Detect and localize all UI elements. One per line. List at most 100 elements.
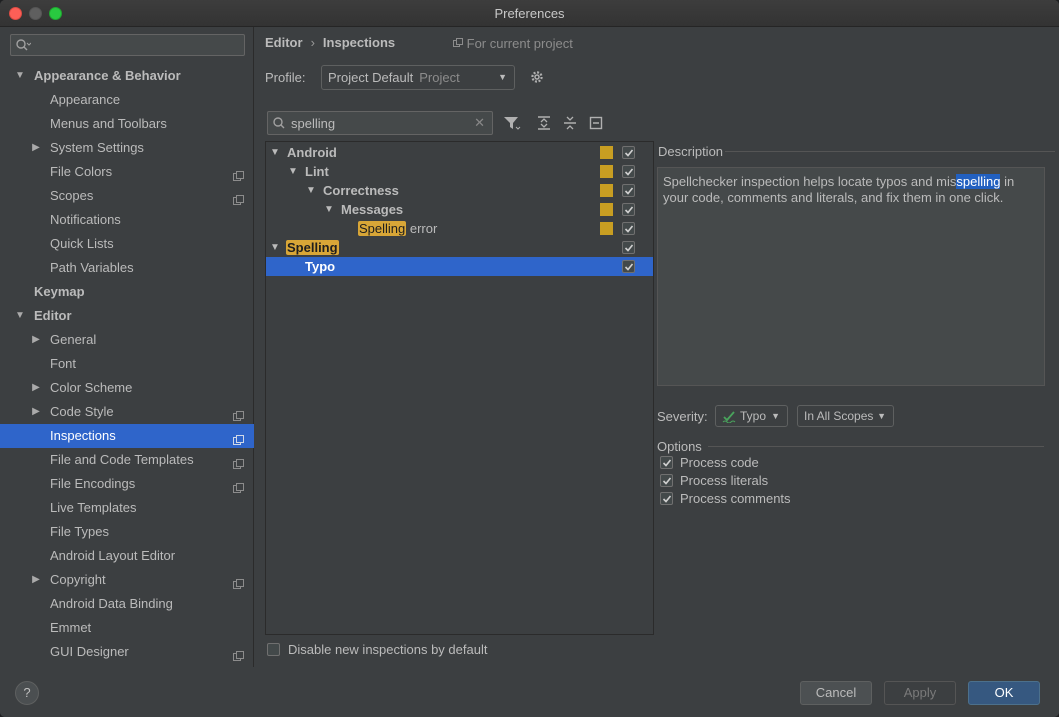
sidebar-item-general[interactable]: ▶ General: [0, 328, 254, 352]
sidebar-item-label: Notifications: [50, 212, 121, 227]
expand-arrow-icon[interactable]: ▼: [306, 181, 316, 200]
sidebar-item-label: Scopes: [50, 188, 94, 203]
dialog-buttons-bar: ? Cancel Apply OK: [0, 667, 1059, 717]
tree-row-messages[interactable]: ▼ Messages: [266, 200, 653, 219]
clear-icon[interactable]: ✕: [474, 115, 485, 131]
sidebar-item-code-style[interactable]: ▶ Code Style: [0, 400, 254, 424]
search-icon: [272, 116, 288, 133]
sidebar-item-file-code-templates[interactable]: File and Code Templates: [0, 448, 254, 472]
for-current-project-label: For current project: [466, 36, 573, 51]
reset-to-empty-icon[interactable]: [588, 115, 604, 134]
enable-checkbox[interactable]: [622, 241, 635, 254]
sidebar-item-appearance-behavior[interactable]: ▼ Appearance & Behavior: [0, 64, 254, 88]
options-label: Options: [657, 439, 702, 454]
collapse-arrow-icon[interactable]: ▶: [31, 400, 41, 424]
expand-arrow-icon[interactable]: ▼: [270, 238, 280, 257]
preferences-window: Preferences ▼ Appearance & Behavior Appe…: [0, 0, 1059, 717]
sidebar-item-menus-toolbars[interactable]: Menus and Toolbars: [0, 112, 254, 136]
sidebar-item-label: Quick Lists: [50, 236, 114, 251]
expand-arrow-icon[interactable]: ▼: [288, 162, 298, 181]
sidebar-item-emmet[interactable]: Emmet: [0, 616, 254, 640]
sidebar-item-appearance[interactable]: Appearance: [0, 88, 254, 112]
chevron-down-icon: ▼: [877, 411, 886, 421]
collapse-arrow-icon[interactable]: ▶: [31, 568, 41, 592]
tree-row-label: Spelling: [286, 238, 339, 257]
tree-row-label: Spelling error: [358, 219, 437, 238]
sidebar-item-inspections[interactable]: Inspections: [0, 424, 254, 448]
apply-button[interactable]: Apply: [884, 681, 956, 705]
sidebar-item-path-variables[interactable]: Path Variables: [0, 256, 254, 280]
expand-arrow-icon[interactable]: ▼: [15, 64, 25, 88]
sidebar-item-file-colors[interactable]: File Colors: [0, 160, 254, 184]
breadcrumb-editor[interactable]: Editor: [265, 35, 303, 50]
collapse-arrow-icon[interactable]: ▶: [31, 376, 41, 400]
tree-row-android[interactable]: ▼ Android: [266, 143, 653, 162]
severity-dropdown[interactable]: Typo ▼: [715, 405, 788, 427]
sidebar-item-system-settings[interactable]: ▶ System Settings: [0, 136, 254, 160]
process-comments-checkbox[interactable]: [660, 492, 673, 505]
sidebar-item-gui-designer[interactable]: GUI Designer: [0, 640, 254, 664]
collapse-arrow-icon[interactable]: ▶: [31, 328, 41, 352]
sidebar-item-android-layout-editor[interactable]: Android Layout Editor: [0, 544, 254, 568]
process-literals-checkbox[interactable]: [660, 474, 673, 487]
sidebar-item-live-templates[interactable]: Live Templates: [0, 496, 254, 520]
sidebar-item-notifications[interactable]: Notifications: [0, 208, 254, 232]
expand-arrow-icon[interactable]: ▼: [15, 304, 25, 328]
tree-row-label: Android: [287, 145, 337, 160]
settings-search-input[interactable]: [10, 34, 245, 56]
warning-severity-icon: [600, 184, 613, 197]
sidebar-item-label: General: [50, 332, 97, 347]
sidebar-item-label: File Types: [50, 524, 110, 539]
tree-row-label: Typo: [305, 259, 336, 274]
process-code-checkbox[interactable]: [660, 456, 673, 469]
tree-row-typo[interactable]: Typo: [266, 257, 653, 276]
gear-icon[interactable]: [529, 69, 545, 88]
tree-row-lint[interactable]: ▼ Lint: [266, 162, 653, 181]
filter-value: spelling: [291, 116, 336, 131]
options-divider: [708, 446, 1044, 447]
warning-severity-icon: [600, 203, 613, 216]
ok-button[interactable]: OK: [968, 681, 1040, 705]
project-settings-icon: [233, 646, 244, 661]
tree-row-correctness[interactable]: ▼ Correctness: [266, 181, 653, 200]
scope-value: In All Scopes: [804, 409, 874, 423]
sidebar-item-label: File and Code Templates: [50, 452, 194, 467]
sidebar-item-scopes[interactable]: Scopes: [0, 184, 254, 208]
collapse-all-icon[interactable]: [562, 115, 578, 134]
expand-arrow-icon[interactable]: ▼: [270, 143, 280, 162]
sidebar-item-color-scheme[interactable]: ▶ Color Scheme: [0, 376, 254, 400]
sidebar-item-file-encodings[interactable]: File Encodings: [0, 472, 254, 496]
help-button[interactable]: ?: [15, 681, 39, 705]
sidebar-item-label: Appearance: [50, 92, 121, 107]
expand-arrow-icon[interactable]: ▼: [324, 200, 334, 219]
sidebar-item-android-data-binding[interactable]: Android Data Binding: [0, 592, 254, 616]
sidebar-item-file-types[interactable]: File Types: [0, 520, 254, 544]
tree-row-spelling-error[interactable]: Spelling error: [266, 219, 653, 238]
sidebar-item-quick-lists[interactable]: Quick Lists: [0, 232, 254, 256]
sidebar-item-label: Keymap: [34, 284, 85, 299]
sidebar-item-font[interactable]: Font: [0, 352, 254, 376]
inspection-filter-input[interactable]: spelling ✕: [267, 111, 493, 135]
scope-dropdown[interactable]: In All Scopes ▼: [797, 405, 894, 427]
sidebar-item-editor[interactable]: ▼ Editor: [0, 304, 254, 328]
sidebar-item-label: Editor: [34, 308, 72, 323]
filter-icon[interactable]: [503, 115, 521, 134]
severity-value: Typo: [740, 409, 767, 423]
description-highlight: spelling: [956, 174, 1001, 189]
expand-all-icon[interactable]: [536, 115, 552, 134]
profile-dropdown[interactable]: Project Default Project ▼: [321, 65, 515, 90]
enable-checkbox[interactable]: [622, 165, 635, 178]
sidebar-item-keymap[interactable]: Keymap: [0, 280, 254, 304]
tree-row-spelling[interactable]: ▼ Spelling: [266, 238, 653, 257]
enable-checkbox[interactable]: [622, 203, 635, 216]
enable-checkbox[interactable]: [622, 184, 635, 197]
disable-new-inspections-checkbox[interactable]: [267, 643, 280, 656]
sidebar-item-copyright[interactable]: ▶ Copyright: [0, 568, 254, 592]
description-label: Description: [658, 144, 724, 159]
enable-checkbox[interactable]: [622, 260, 635, 273]
enable-checkbox[interactable]: [622, 222, 635, 235]
collapse-arrow-icon[interactable]: ▶: [31, 136, 41, 160]
cancel-button[interactable]: Cancel: [800, 681, 872, 705]
sidebar-item-label: Live Templates: [50, 500, 137, 515]
enable-checkbox[interactable]: [622, 146, 635, 159]
